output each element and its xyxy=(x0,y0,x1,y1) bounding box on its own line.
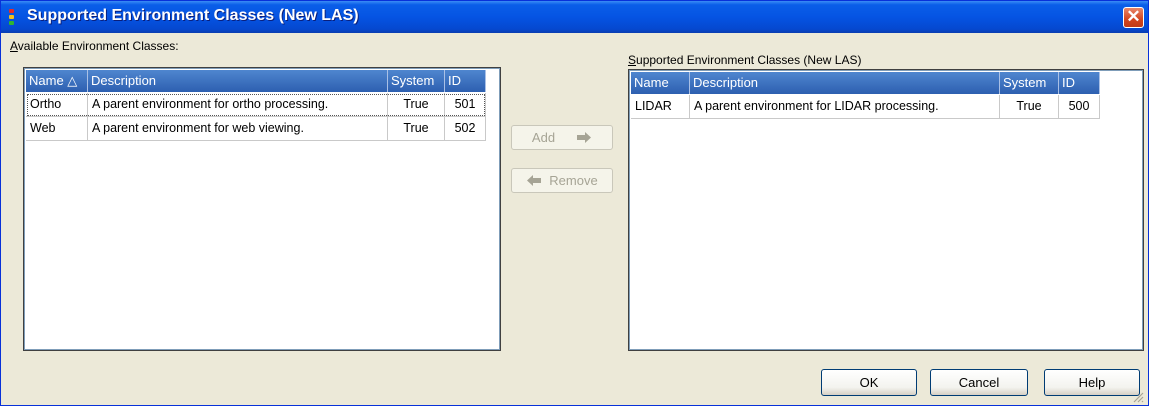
cell-name: Web xyxy=(26,117,88,141)
column-header-name[interactable]: Name xyxy=(631,72,690,94)
column-header-description[interactable]: Description xyxy=(88,70,388,92)
ok-button[interactable]: OK xyxy=(821,369,917,396)
cell-description: A parent environment for web viewing. xyxy=(88,117,388,141)
arrow-left-icon xyxy=(527,175,542,186)
remove-button[interactable]: Remove xyxy=(511,168,613,193)
add-button[interactable]: Add xyxy=(511,125,613,150)
window-title: Supported Environment Classes (New LAS) xyxy=(27,7,359,24)
cancel-button[interactable]: Cancel xyxy=(930,369,1028,396)
cell-system: True xyxy=(1000,95,1059,119)
cell-system: True xyxy=(388,117,445,141)
table-row[interactable]: Ortho A parent environment for ortho pro… xyxy=(26,93,486,117)
cell-name: Ortho xyxy=(26,93,88,117)
add-button-label: Add xyxy=(531,130,556,145)
supported-classes-list[interactable]: Name Description System ID LIDAR A paren… xyxy=(628,69,1144,351)
cell-description: A parent environment for LIDAR processin… xyxy=(690,95,1000,119)
column-header-name[interactable]: Name △ xyxy=(26,70,88,92)
available-classes-label: Available Environment Classes: xyxy=(10,39,179,53)
cell-id: 502 xyxy=(445,117,486,141)
dialog-window: Supported Environment Classes (New LAS) … xyxy=(0,0,1149,406)
close-button[interactable]: ✕ xyxy=(1123,7,1144,28)
supported-list-header: Name Description System ID xyxy=(631,72,1100,94)
dialog-content: Available Environment Classes: Name △ De… xyxy=(4,33,1145,404)
cell-id: 501 xyxy=(445,93,486,117)
column-header-id[interactable]: ID xyxy=(445,70,486,92)
available-classes-list[interactable]: Name △ Description System ID Ortho A par… xyxy=(23,67,501,351)
column-header-system[interactable]: System xyxy=(1000,72,1059,94)
supported-classes-label: Supported Environment Classes (New LAS) xyxy=(628,53,862,67)
available-list-header: Name △ Description System ID xyxy=(26,70,486,92)
column-header-system[interactable]: System xyxy=(388,70,445,92)
cell-id: 500 xyxy=(1059,95,1100,119)
cell-system: True xyxy=(388,93,445,117)
cell-description: A parent environment for ortho processin… xyxy=(88,93,388,117)
help-button[interactable]: Help xyxy=(1044,369,1140,396)
arrow-right-icon xyxy=(577,132,592,143)
title-bar[interactable]: Supported Environment Classes (New LAS) … xyxy=(1,1,1148,33)
table-row[interactable]: Web A parent environment for web viewing… xyxy=(26,117,486,141)
column-header-id[interactable]: ID xyxy=(1059,72,1100,94)
remove-button-label: Remove xyxy=(549,173,598,188)
app-icon xyxy=(9,9,15,25)
cell-name: LIDAR xyxy=(631,95,690,119)
resize-grip-icon[interactable] xyxy=(1132,391,1144,403)
column-header-description[interactable]: Description xyxy=(690,72,1000,94)
table-row[interactable]: LIDAR A parent environment for LIDAR pro… xyxy=(631,95,1100,119)
